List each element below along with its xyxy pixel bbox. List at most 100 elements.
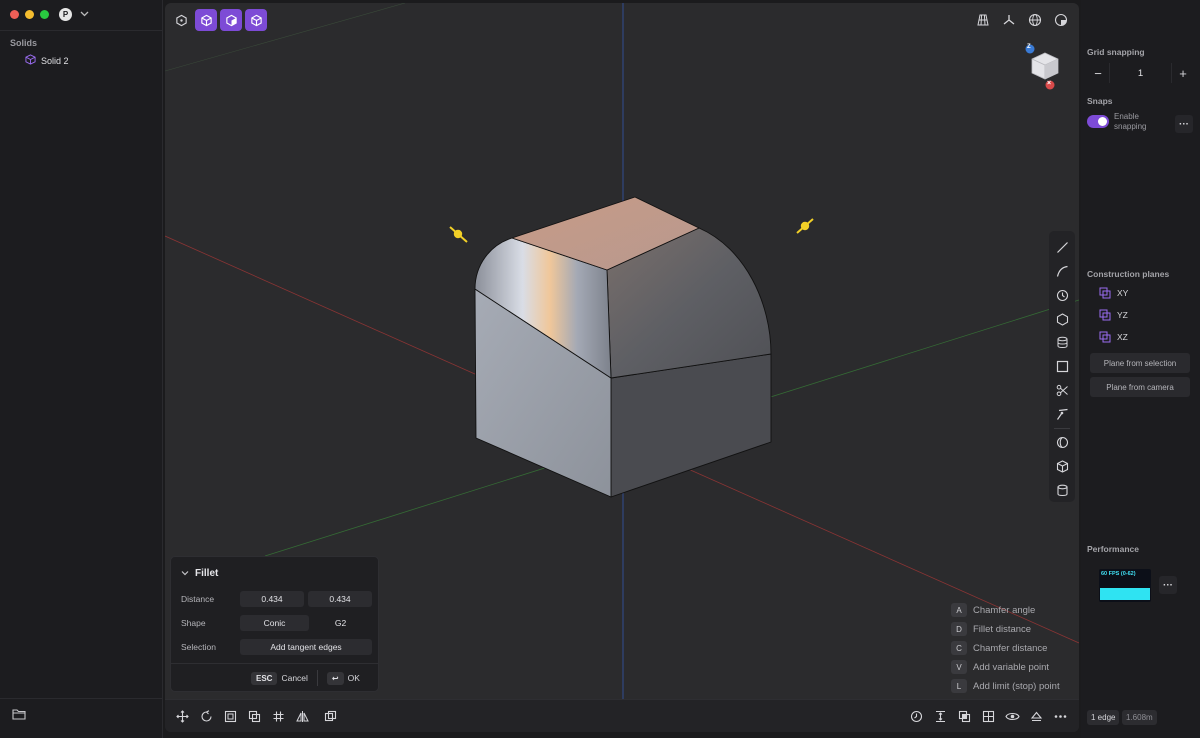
extrude-tool-button[interactable]	[1051, 331, 1073, 355]
grid-toggle-button[interactable]	[971, 9, 995, 31]
solid-list-item[interactable]: Solid 2	[25, 54, 69, 67]
wireframe-toggle-button[interactable]	[1023, 9, 1047, 31]
grid-snapping-stepper: − 1 +	[1087, 63, 1194, 83]
selection-count-badge: 1 edge	[1087, 710, 1120, 725]
cylinder-tool-button[interactable]	[1051, 478, 1073, 502]
scissors-icon	[1056, 384, 1068, 396]
plane-item-xz[interactable]: XZ	[1099, 331, 1128, 343]
curve-icon	[1056, 265, 1068, 277]
select-edge-button[interactable]	[195, 9, 217, 31]
arc-tool-button[interactable]	[1051, 283, 1073, 307]
boolean-tool-button[interactable]	[319, 705, 341, 727]
chevron-down-icon[interactable]	[181, 568, 189, 579]
section-grid-button[interactable]	[977, 705, 999, 727]
divider	[171, 663, 378, 664]
hint-item: V Add variable point	[951, 660, 1060, 674]
plane-item-yz[interactable]: YZ	[1099, 309, 1128, 321]
trim-tool-button[interactable]	[1051, 402, 1073, 426]
hint-key: D	[951, 622, 967, 636]
snaps-more-button[interactable]: ···	[1175, 115, 1193, 133]
shape-g2-button[interactable]: G2	[309, 615, 372, 631]
distance-label: Distance	[181, 594, 215, 604]
solid-body	[474, 196, 772, 498]
render-mode-button[interactable]	[1049, 9, 1073, 31]
minimize-window-button[interactable]	[25, 10, 34, 19]
rectangle-tool-button[interactable]	[1051, 355, 1073, 379]
solids-section-title: Solids	[10, 38, 38, 48]
transform-tools	[171, 705, 341, 727]
move-tool-button[interactable]	[171, 705, 193, 727]
divider	[316, 670, 318, 686]
performance-more-button[interactable]: ···	[1159, 576, 1177, 594]
maximize-window-button[interactable]	[40, 10, 49, 19]
array-tool-button[interactable]	[267, 705, 289, 727]
more-options-button[interactable]	[1049, 705, 1071, 727]
decrement-button[interactable]: −	[1087, 63, 1109, 83]
clock-circle-icon	[1056, 289, 1068, 301]
cancel-button[interactable]: Cancel	[281, 673, 307, 683]
measurement-badge: 1.608m	[1122, 710, 1157, 725]
visibility-button[interactable]	[1001, 705, 1023, 727]
history-button[interactable]	[905, 705, 927, 727]
construction-planes-title: Construction planes	[1087, 269, 1170, 279]
grid-icon	[977, 14, 989, 26]
move-arrows-icon	[175, 709, 189, 723]
increment-button[interactable]: +	[1172, 63, 1194, 83]
app-badge[interactable]: P	[59, 8, 72, 21]
hint-key: V	[951, 660, 967, 674]
line-tool-button[interactable]	[1051, 236, 1073, 260]
plane-from-selection-button[interactable]: Plane from selection	[1090, 353, 1190, 373]
view-cube[interactable]: Z ×	[1025, 41, 1065, 91]
box-tool-button[interactable]	[1051, 455, 1073, 479]
intersect-button[interactable]	[953, 705, 975, 727]
grid-snapping-value[interactable]: 1	[1109, 63, 1172, 83]
selection-row: Selection Add tangent edges	[181, 639, 372, 655]
esc-key-badge: ESC	[251, 671, 278, 685]
3d-viewport[interactable]: Z × Fillet Distance 0.434 0.434 Shape Co…	[165, 3, 1079, 732]
fillet-panel-header[interactable]: Fillet	[181, 568, 218, 579]
scale-tool-button[interactable]	[219, 705, 241, 727]
eject-button[interactable]	[1025, 705, 1047, 727]
plane-item-xy[interactable]: XY	[1099, 287, 1128, 299]
chevron-down-icon[interactable]	[80, 9, 89, 20]
hexagon-icon	[1056, 312, 1068, 326]
view-toolbar	[971, 9, 1073, 31]
plane-from-camera-button[interactable]: Plane from camera	[1090, 377, 1190, 397]
polygon-tool-button[interactable]	[1051, 307, 1073, 331]
rotate-tool-button[interactable]	[195, 705, 217, 727]
axes-toggle-button[interactable]	[997, 9, 1021, 31]
curve-tool-button[interactable]	[1051, 260, 1073, 284]
plane-label: XZ	[1117, 332, 1128, 342]
fillet-actions: ESC Cancel ↩ OK	[251, 670, 360, 686]
folder-icon[interactable]	[12, 708, 26, 722]
shape-conic-button[interactable]: Conic	[240, 615, 309, 631]
ok-button[interactable]: OK	[348, 673, 360, 683]
cut-tool-button[interactable]	[1051, 378, 1073, 402]
shortcut-hints: A Chamfer angle D Fillet distance C Cham…	[951, 603, 1060, 693]
eject-icon	[1030, 711, 1042, 721]
viewcube-close-label[interactable]: ×	[1047, 80, 1051, 87]
enable-snapping-toggle[interactable]	[1087, 115, 1109, 128]
select-face-button[interactable]	[220, 9, 242, 31]
performance-title: Performance	[1087, 544, 1139, 554]
snaps-title: Snaps	[1087, 96, 1113, 106]
fps-bar	[1100, 588, 1150, 600]
cylinder-icon	[1056, 484, 1068, 496]
measure-height-button[interactable]	[929, 705, 951, 727]
enter-key-badge: ↩	[326, 671, 344, 685]
select-solid-button[interactable]	[245, 9, 267, 31]
distance-start-input[interactable]: 0.434	[240, 591, 304, 607]
close-window-button[interactable]	[10, 10, 19, 19]
distance-end-input[interactable]: 0.434	[308, 591, 372, 607]
bottom-toolbar	[165, 699, 1079, 732]
shell-tool-button[interactable]	[1051, 431, 1073, 455]
hint-label: Add limit (stop) point	[973, 680, 1060, 692]
more-icon	[1054, 714, 1066, 718]
duplicate-tool-button[interactable]	[243, 705, 265, 727]
grid-pattern-icon	[273, 711, 283, 721]
select-vertex-button[interactable]	[170, 9, 192, 31]
add-tangent-edges-button[interactable]: Add tangent edges	[240, 639, 372, 655]
vertex-icon	[175, 14, 187, 26]
mirror-tool-button[interactable]	[291, 705, 313, 727]
fillet-handle-left	[449, 226, 468, 243]
